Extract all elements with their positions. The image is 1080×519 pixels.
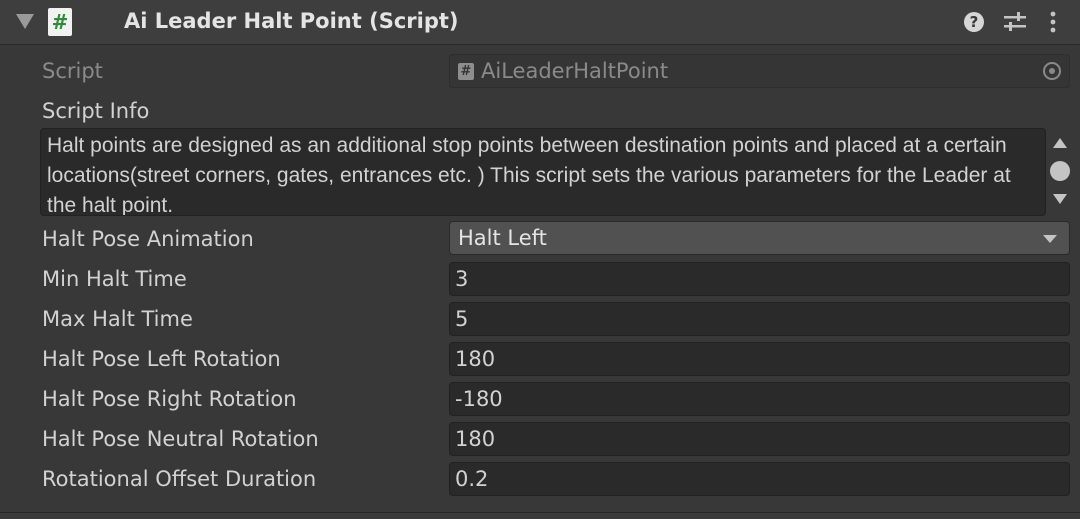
halt-pose-neutral-rotation-value: 180 bbox=[455, 427, 496, 451]
script-info-text: Halt points are designed as an additiona… bbox=[47, 134, 1011, 216]
script-object-field[interactable]: # AiLeaderHaltPoint bbox=[449, 54, 1070, 88]
halt-pose-left-rotation-label: Halt Pose Left Rotation bbox=[42, 347, 281, 371]
object-picker-icon[interactable] bbox=[1043, 62, 1061, 80]
scroll-down-arrow-icon[interactable] bbox=[1053, 194, 1067, 204]
script-icon-glyph: # bbox=[51, 10, 69, 34]
script-info-scrollbar[interactable] bbox=[1048, 128, 1072, 216]
rotational-offset-duration-value: 0.2 bbox=[455, 467, 489, 491]
presets-icon[interactable] bbox=[1004, 12, 1026, 32]
max-halt-time-label: Max Halt Time bbox=[42, 307, 193, 331]
component-title: Ai Leader Halt Point (Script) bbox=[124, 9, 459, 33]
script-icon: # bbox=[48, 8, 72, 36]
halt-pose-animation-value: Halt Left bbox=[458, 226, 547, 250]
min-halt-time-field[interactable]: 3 bbox=[449, 262, 1070, 296]
halt-pose-neutral-rotation-label: Halt Pose Neutral Rotation bbox=[42, 427, 319, 451]
halt-pose-left-rotation-value: 180 bbox=[455, 347, 496, 371]
halt-pose-neutral-rotation-field[interactable]: 180 bbox=[449, 422, 1070, 456]
min-halt-time-label: Min Halt Time bbox=[42, 267, 187, 291]
halt-pose-animation-dropdown[interactable]: Halt Left bbox=[449, 221, 1070, 255]
component-header[interactable]: # Ai Leader Halt Point (Script) ? bbox=[0, 0, 1080, 45]
max-halt-time-field[interactable]: 5 bbox=[449, 302, 1070, 336]
kebab-menu-icon[interactable] bbox=[1046, 10, 1060, 34]
script-label: Script bbox=[42, 59, 103, 83]
scroll-up-arrow-icon[interactable] bbox=[1053, 138, 1067, 148]
scroll-thumb[interactable] bbox=[1050, 161, 1070, 181]
chevron-down-icon bbox=[1043, 235, 1057, 243]
halt-pose-animation-label: Halt Pose Animation bbox=[42, 227, 254, 251]
max-halt-time-value: 5 bbox=[455, 307, 469, 331]
script-value: AiLeaderHaltPoint bbox=[481, 59, 669, 83]
halt-pose-left-rotation-field[interactable]: 180 bbox=[449, 342, 1070, 376]
halt-pose-right-rotation-value: -180 bbox=[455, 387, 503, 411]
script-info-textarea[interactable]: Halt points are designed as an additiona… bbox=[40, 128, 1046, 216]
help-icon[interactable]: ? bbox=[964, 12, 984, 32]
rotational-offset-duration-field[interactable]: 0.2 bbox=[449, 462, 1070, 496]
rotational-offset-duration-label: Rotational Offset Duration bbox=[42, 467, 317, 491]
foldout-arrow-icon[interactable] bbox=[16, 14, 34, 29]
script-mini-icon: # bbox=[458, 63, 474, 80]
halt-pose-right-rotation-label: Halt Pose Right Rotation bbox=[42, 387, 297, 411]
halt-pose-right-rotation-field[interactable]: -180 bbox=[449, 382, 1070, 416]
script-info-label: Script Info bbox=[42, 99, 150, 123]
min-halt-time-value: 3 bbox=[455, 267, 469, 291]
